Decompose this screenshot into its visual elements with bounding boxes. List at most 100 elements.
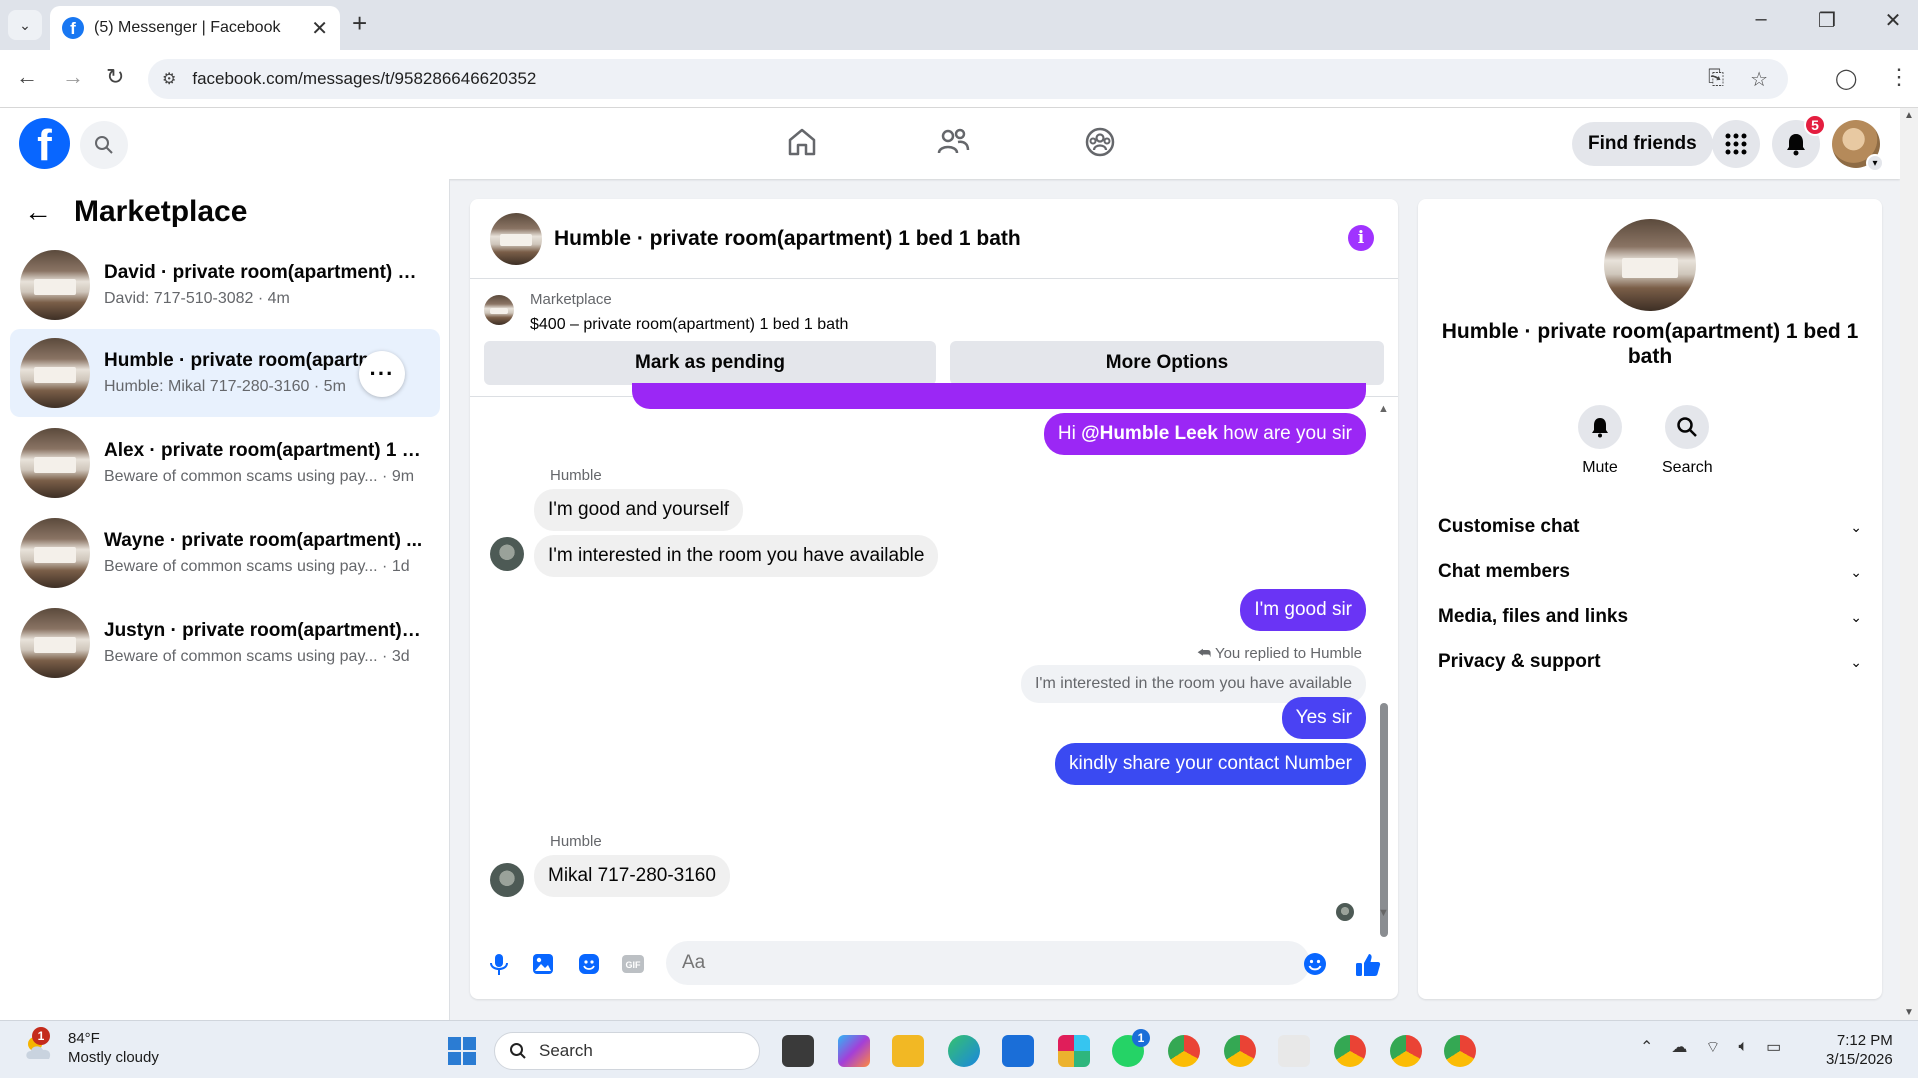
avatar — [20, 518, 90, 588]
more-options-button[interactable]: More Options — [950, 341, 1384, 385]
microphone-icon[interactable] — [486, 951, 512, 977]
conversation-item-wayne[interactable]: Wayne · private room(apartment) ... Bewa… — [10, 509, 440, 597]
avatar[interactable] — [490, 537, 524, 571]
onedrive-icon[interactable]: ☁ — [1671, 1037, 1687, 1057]
restore-icon[interactable]: ❐ — [1812, 8, 1842, 33]
scroll-down-icon[interactable]: ▼ — [1378, 907, 1389, 919]
mute-action[interactable]: Mute — [1578, 405, 1622, 477]
avatar[interactable] — [490, 212, 542, 265]
whatsapp-icon[interactable]: 1 — [1112, 1029, 1150, 1067]
battery-icon[interactable]: ▭ — [1766, 1037, 1781, 1057]
fb-search-button[interactable] — [80, 121, 128, 169]
info-icon[interactable]: i — [1348, 225, 1374, 251]
conversation-item-humble[interactable]: Humble · private room(apartm... Humble: … — [10, 329, 440, 417]
snipping-tool-icon[interactable] — [1278, 1035, 1310, 1067]
scroll-up-icon[interactable]: ▲ — [1904, 110, 1914, 121]
groups-nav-icon[interactable] — [1084, 126, 1116, 163]
section-media-files-links[interactable]: Media, files and links ⌄ — [1438, 595, 1862, 639]
search-action[interactable]: Search — [1662, 405, 1713, 477]
site-settings-icon[interactable]: ⚙ — [162, 69, 176, 89]
url-text[interactable]: facebook.com/messages/t/958286646620352 — [192, 69, 536, 89]
sticker-icon[interactable] — [576, 951, 602, 977]
taskbar-clock[interactable]: 7:12 PM 3/15/2026 — [1826, 1031, 1893, 1069]
search-in-chat-button[interactable] — [1665, 405, 1710, 449]
url-omnibox[interactable]: ⚙ facebook.com/messages/t/95828664662035… — [148, 59, 1788, 99]
find-friends-button[interactable]: Find friends — [1572, 122, 1713, 166]
slack-icon[interactable] — [1058, 1035, 1090, 1067]
menu-grid-button[interactable] — [1712, 120, 1760, 168]
scroll-down-icon[interactable]: ▼ — [1904, 1007, 1914, 1018]
message-input[interactable] — [666, 941, 1310, 985]
section-privacy-support[interactable]: Privacy & support ⌄ — [1438, 640, 1862, 684]
avatar[interactable] — [490, 863, 524, 897]
message-bubble-incoming[interactable]: I'm good and yourself — [534, 489, 744, 531]
microsoft-365-icon[interactable] — [838, 1035, 870, 1067]
scroll-up-icon[interactable]: ▲ — [1378, 403, 1389, 415]
file-explorer-icon[interactable] — [892, 1035, 924, 1067]
account-avatar[interactable]: ▾ — [1832, 120, 1884, 172]
page-scrollbar[interactable]: ▲ ▼ — [1900, 108, 1918, 1020]
facebook-logo-icon[interactable]: f — [19, 118, 70, 169]
message-bubble-outgoing[interactable]: Yes sir — [1281, 697, 1366, 739]
forward-arrow-icon[interactable]: → — [62, 64, 84, 90]
chrome-profile-icon[interactable] — [1444, 1035, 1476, 1067]
section-chat-members[interactable]: Chat members ⌄ — [1438, 550, 1862, 594]
chat-title[interactable]: Humble · private room(apartment) 1 bed 1… — [554, 227, 1021, 251]
friends-nav-icon[interactable] — [936, 126, 970, 163]
bookmark-star-icon[interactable]: ☆ — [1750, 67, 1768, 92]
message-bubble-outgoing[interactable]: I'm good sir — [1240, 589, 1366, 631]
edge-browser-icon[interactable] — [948, 1035, 980, 1067]
volume-icon[interactable]: 🔈︎ — [1738, 1038, 1748, 1056]
browser-profile-icon[interactable]: ◯ — [1835, 66, 1857, 91]
chevron-up-icon[interactable]: ⌃ — [1640, 1037, 1653, 1057]
taskbar-search[interactable]: Search — [494, 1032, 760, 1070]
listing-thumbnail[interactable] — [484, 295, 514, 325]
windows-start-icon[interactable] — [448, 1037, 476, 1065]
search-icon — [510, 1043, 526, 1059]
back-arrow-icon[interactable]: ← — [24, 196, 52, 228]
chrome-profile-icon[interactable] — [1390, 1035, 1422, 1067]
gif-icon[interactable]: GIF — [620, 951, 646, 977]
notifications-button[interactable]: 5 — [1772, 114, 1826, 168]
browser-tab[interactable]: f (5) Messenger | Facebook ✕ — [50, 6, 340, 50]
new-tab-icon[interactable]: + — [352, 8, 367, 39]
microsoft-store-icon[interactable] — [1002, 1035, 1034, 1067]
task-view-icon[interactable] — [782, 1035, 814, 1067]
message-bubble-incoming[interactable]: Mikal 717-280-3160 — [534, 855, 730, 897]
conversation-item-justyn[interactable]: Justyn · private room(apartment) 1... Be… — [10, 599, 440, 687]
browser-menu-icon[interactable]: ⋮ — [1888, 64, 1910, 90]
listing-title[interactable]: $400 – private room(apartment) 1 bed 1 b… — [530, 316, 848, 334]
install-app-icon[interactable]: ⎘ — [1708, 67, 1724, 92]
section-label: Chat members — [1438, 561, 1570, 582]
close-window-icon[interactable]: ✕ — [1878, 8, 1908, 33]
mute-button[interactable] — [1578, 405, 1622, 449]
chat-avatar[interactable] — [1604, 219, 1696, 311]
mention[interactable]: @Humble Leek — [1081, 423, 1218, 444]
emoji-icon[interactable] — [1302, 951, 1328, 977]
chrome-profile-icon[interactable] — [1224, 1035, 1256, 1067]
conversation-item-david[interactable]: David · private room(apartment) 1 ... Da… — [10, 241, 440, 329]
mute-label: Mute — [1582, 459, 1618, 476]
minimize-icon[interactable]: – — [1746, 8, 1776, 33]
wifi-icon[interactable]: ⌔ — [1705, 1037, 1720, 1057]
close-tab-icon[interactable]: ✕ — [311, 16, 328, 41]
tab-search-chevron-icon[interactable]: ⌄ — [8, 10, 42, 40]
scrollbar-thumb[interactable] — [1380, 703, 1388, 937]
section-customise-chat[interactable]: Customise chat ⌄ — [1438, 505, 1862, 549]
message-bubble-outgoing[interactable]: kindly share your contact Number — [1054, 743, 1366, 785]
scrollbar[interactable]: ▲ ▼ — [1378, 403, 1389, 937]
message-bubble-outgoing[interactable]: Hi @Humble Leek how are you sir — [1043, 413, 1366, 455]
back-arrow-icon[interactable]: ← — [16, 64, 38, 90]
chrome-active-icon[interactable] — [1334, 1035, 1366, 1067]
chrome-icon[interactable] — [1168, 1035, 1200, 1067]
reload-icon[interactable]: ↻ — [106, 64, 124, 90]
bell-icon — [1787, 134, 1805, 156]
photo-icon[interactable] — [530, 951, 556, 977]
conversation-item-alex[interactable]: Alex · private room(apartment) 1 b... Be… — [10, 419, 440, 507]
home-nav-icon[interactable] — [786, 126, 818, 163]
thumbs-up-icon[interactable] — [1354, 951, 1382, 979]
more-options-icon[interactable]: ··· — [359, 351, 405, 397]
message-bubble-incoming[interactable]: I'm interested in the room you have avai… — [534, 535, 939, 577]
mark-as-pending-button[interactable]: Mark as pending — [484, 341, 936, 385]
weather-widget[interactable]: 1 84°F Mostly cloudy — [22, 1027, 159, 1067]
